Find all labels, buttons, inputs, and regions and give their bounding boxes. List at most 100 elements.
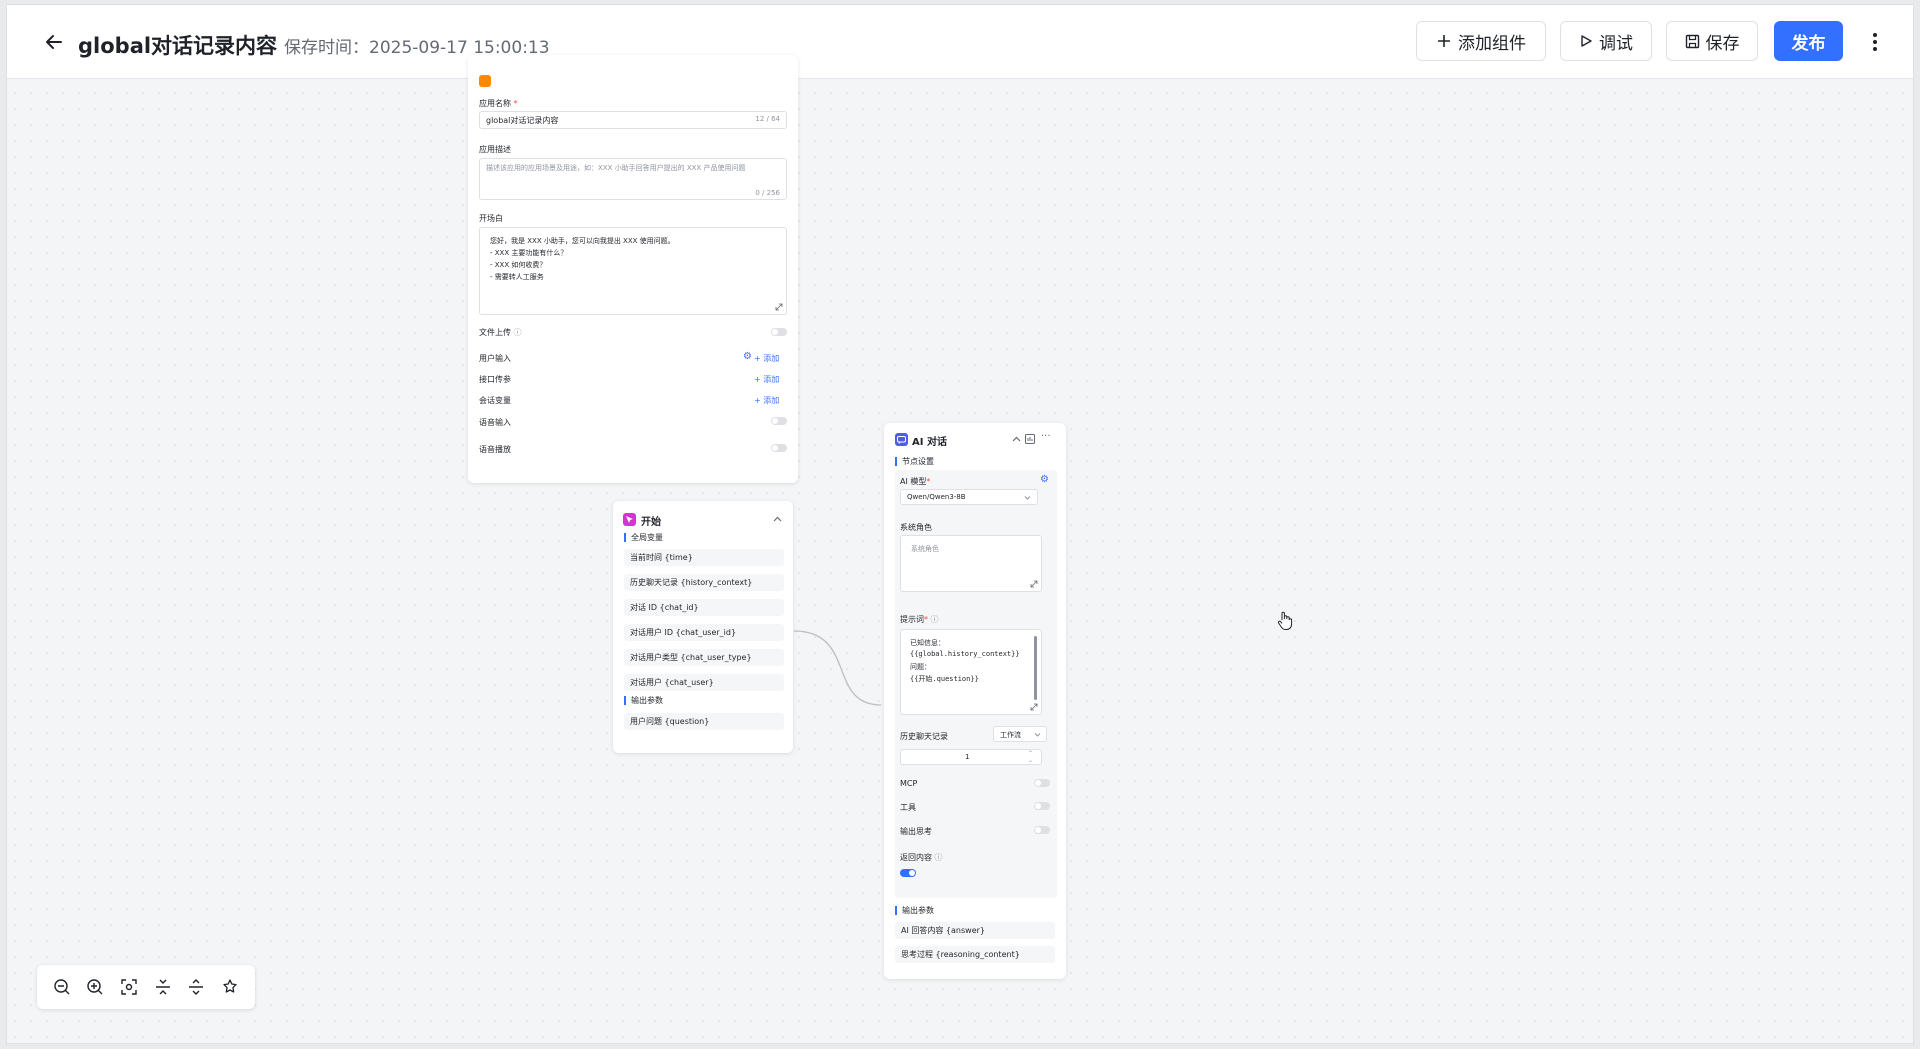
node-settings-label: 节点设置 — [895, 457, 934, 466]
global-var-row: 历史聊天记录 {history_context} — [624, 574, 784, 591]
output-param-row: AI 回答内容 {answer} — [895, 922, 1055, 939]
back-button[interactable] — [41, 29, 67, 55]
app-desc-textarea[interactable]: 描述该应用的应用场景及用途，如：XXX 小助手回答用户提出的 XXX 产品使用问… — [479, 158, 787, 200]
zoom-out-icon — [54, 979, 70, 995]
node-more-icon[interactable]: ··· — [1041, 431, 1051, 442]
ai-node-title: AI 对话 — [912, 437, 947, 448]
collapse-all-button[interactable] — [151, 975, 175, 999]
arrow-left-icon — [46, 35, 62, 49]
app-name-input[interactable]: global对话记录内容 12 / 64 — [479, 111, 787, 129]
auto-layout-button[interactable] — [218, 975, 242, 999]
system-role-textarea[interactable]: 系统角色 — [900, 535, 1042, 592]
return-content-label: 返回内容 ⓘ — [900, 853, 943, 862]
play-icon — [1581, 35, 1592, 47]
expand-icon[interactable] — [1030, 580, 1038, 588]
app-name-label: 应用名称 * — [479, 99, 518, 108]
global-vars-label: 全局变量 — [624, 533, 663, 542]
chevron-down-icon — [1024, 496, 1031, 500]
publish-button[interactable]: 发布 — [1774, 21, 1843, 61]
output-param-row: 思考过程 {reasoning_content} — [895, 946, 1055, 963]
global-var-row: 对话用户 {chat_user} — [624, 674, 784, 691]
gear-icon[interactable]: ⚙ — [1040, 474, 1049, 485]
prompt-textarea[interactable]: 已知信息： {{global.history_context}} 问题： {{开… — [900, 629, 1042, 715]
zoom-in-button[interactable] — [83, 975, 107, 999]
tools-label: 工具 — [900, 803, 916, 812]
voice-play-toggle[interactable] — [771, 444, 787, 452]
hand-cursor-icon — [1278, 611, 1293, 630]
page-title: global对话记录内容 — [78, 34, 278, 58]
system-role-label: 系统角色 — [900, 523, 932, 532]
add-user-input-button[interactable]: + 添加 — [754, 353, 779, 364]
gear-icon[interactable]: ⚙ — [743, 351, 752, 362]
prologue-label: 开场白 — [479, 214, 503, 223]
add-component-button[interactable]: 添加组件 — [1416, 21, 1546, 61]
voice-input-toggle[interactable] — [771, 417, 787, 425]
top-header: global对话记录内容 保存时间：2025-09-17 15:00:13 添加… — [7, 5, 1913, 79]
prologue-line: - XXX 主要功能有什么？ — [490, 249, 568, 257]
prompt-scrollbar[interactable] — [1034, 636, 1037, 700]
user-input-label: 用户输入 — [479, 354, 511, 363]
chevron-up-icon[interactable] — [1012, 436, 1021, 442]
return-content-toggle[interactable] — [900, 869, 916, 877]
expand-icon — [189, 979, 204, 995]
output-thinking-label: 输出思考 — [900, 827, 932, 836]
fit-view-icon — [121, 979, 137, 995]
add-session-var-button[interactable]: + 添加 — [754, 395, 779, 406]
add-api-param-button[interactable]: + 添加 — [754, 374, 779, 385]
prologue-line: 您好，我是 XXX 小助手，您可以向我提出 XXX 使用问题。 — [490, 237, 675, 245]
output-param-row: 用户问题 {question} — [624, 713, 784, 730]
history-mode-select[interactable]: 工作流 — [993, 726, 1047, 742]
global-var-row: 对话用户 ID {chat_user_id} — [624, 624, 784, 641]
mcp-toggle[interactable] — [1034, 779, 1050, 787]
node-settings-icon[interactable] — [1025, 434, 1035, 444]
zoom-in-icon — [87, 979, 103, 995]
voice-input-label: 语音输入 — [479, 418, 511, 427]
tools-toggle[interactable] — [1034, 802, 1050, 810]
expand-icon[interactable] — [775, 303, 783, 311]
app-frame: global对话记录内容 保存时间：2025-09-17 15:00:13 添加… — [6, 4, 1914, 1044]
voice-play-label: 语音播放 — [479, 445, 511, 454]
start-node[interactable]: 开始 全局变量 当前时间 {time} 历史聊天记录 {history_cont… — [613, 501, 793, 753]
collapse-icon — [155, 979, 170, 995]
expand-all-button[interactable] — [184, 975, 208, 999]
save-button[interactable]: 保存 — [1666, 21, 1758, 61]
ai-node-icon — [895, 433, 908, 446]
plus-icon — [1438, 35, 1450, 47]
start-output-label: 输出参数 — [624, 696, 663, 705]
model-select[interactable]: Qwen/Qwen3-8B — [900, 489, 1038, 505]
history-count-stepper[interactable]: 1 ⌃ ⌄ — [900, 749, 1042, 765]
ai-output-label: 输出参数 — [895, 906, 934, 915]
start-node-icon — [623, 513, 636, 526]
magic-wand-icon — [223, 979, 237, 993]
app-desc-label: 应用描述 — [479, 145, 511, 154]
stepper-arrows-icon[interactable]: ⌃ ⌄ — [1028, 750, 1033, 764]
prologue-textarea[interactable]: 您好，我是 XXX 小助手，您可以向我提出 XXX 使用问题。 - XXX 主要… — [479, 227, 787, 315]
api-params-label: 接口传参 — [479, 375, 511, 384]
session-vars-label: 会话变量 — [479, 396, 511, 405]
canvas-toolbar — [37, 965, 255, 1009]
mcp-label: MCP — [900, 779, 918, 788]
global-var-row: 对话 ID {chat_id} — [624, 599, 784, 616]
chevron-down-icon — [1034, 733, 1041, 737]
base-info-node[interactable]: 应用名称 * global对话记录内容 12 / 64 应用描述 描述该应用的应… — [468, 55, 798, 483]
history-label: 历史聊天记录 — [900, 732, 948, 741]
more-dot-icon — [1873, 40, 1877, 44]
output-thinking-toggle[interactable] — [1034, 826, 1050, 834]
prompt-label: 提示词* ⓘ — [900, 615, 939, 624]
ai-chat-node[interactable]: AI 对话 ··· 节点设置 AI 模型* ⚙ Qwen/Qwen3-8B 系统… — [884, 423, 1066, 979]
base-node-icon — [479, 75, 491, 87]
file-upload-toggle[interactable] — [771, 328, 787, 336]
global-var-row: 当前时间 {time} — [624, 549, 784, 566]
chevron-up-icon[interactable] — [773, 516, 782, 522]
fit-view-button[interactable] — [117, 975, 141, 999]
global-var-row: 对话用户类型 {chat_user_type} — [624, 649, 784, 666]
expand-icon[interactable] — [1030, 703, 1038, 711]
prologue-line: - 需要转人工服务 — [490, 273, 544, 281]
more-menu-button[interactable] — [1865, 27, 1885, 57]
file-upload-label: 文件上传 ⓘ — [479, 328, 522, 337]
debug-button[interactable]: 调试 — [1560, 21, 1652, 61]
save-icon — [1685, 34, 1699, 48]
start-node-title: 开始 — [641, 517, 661, 528]
more-dot-icon — [1873, 47, 1877, 51]
zoom-out-button[interactable] — [50, 975, 74, 999]
